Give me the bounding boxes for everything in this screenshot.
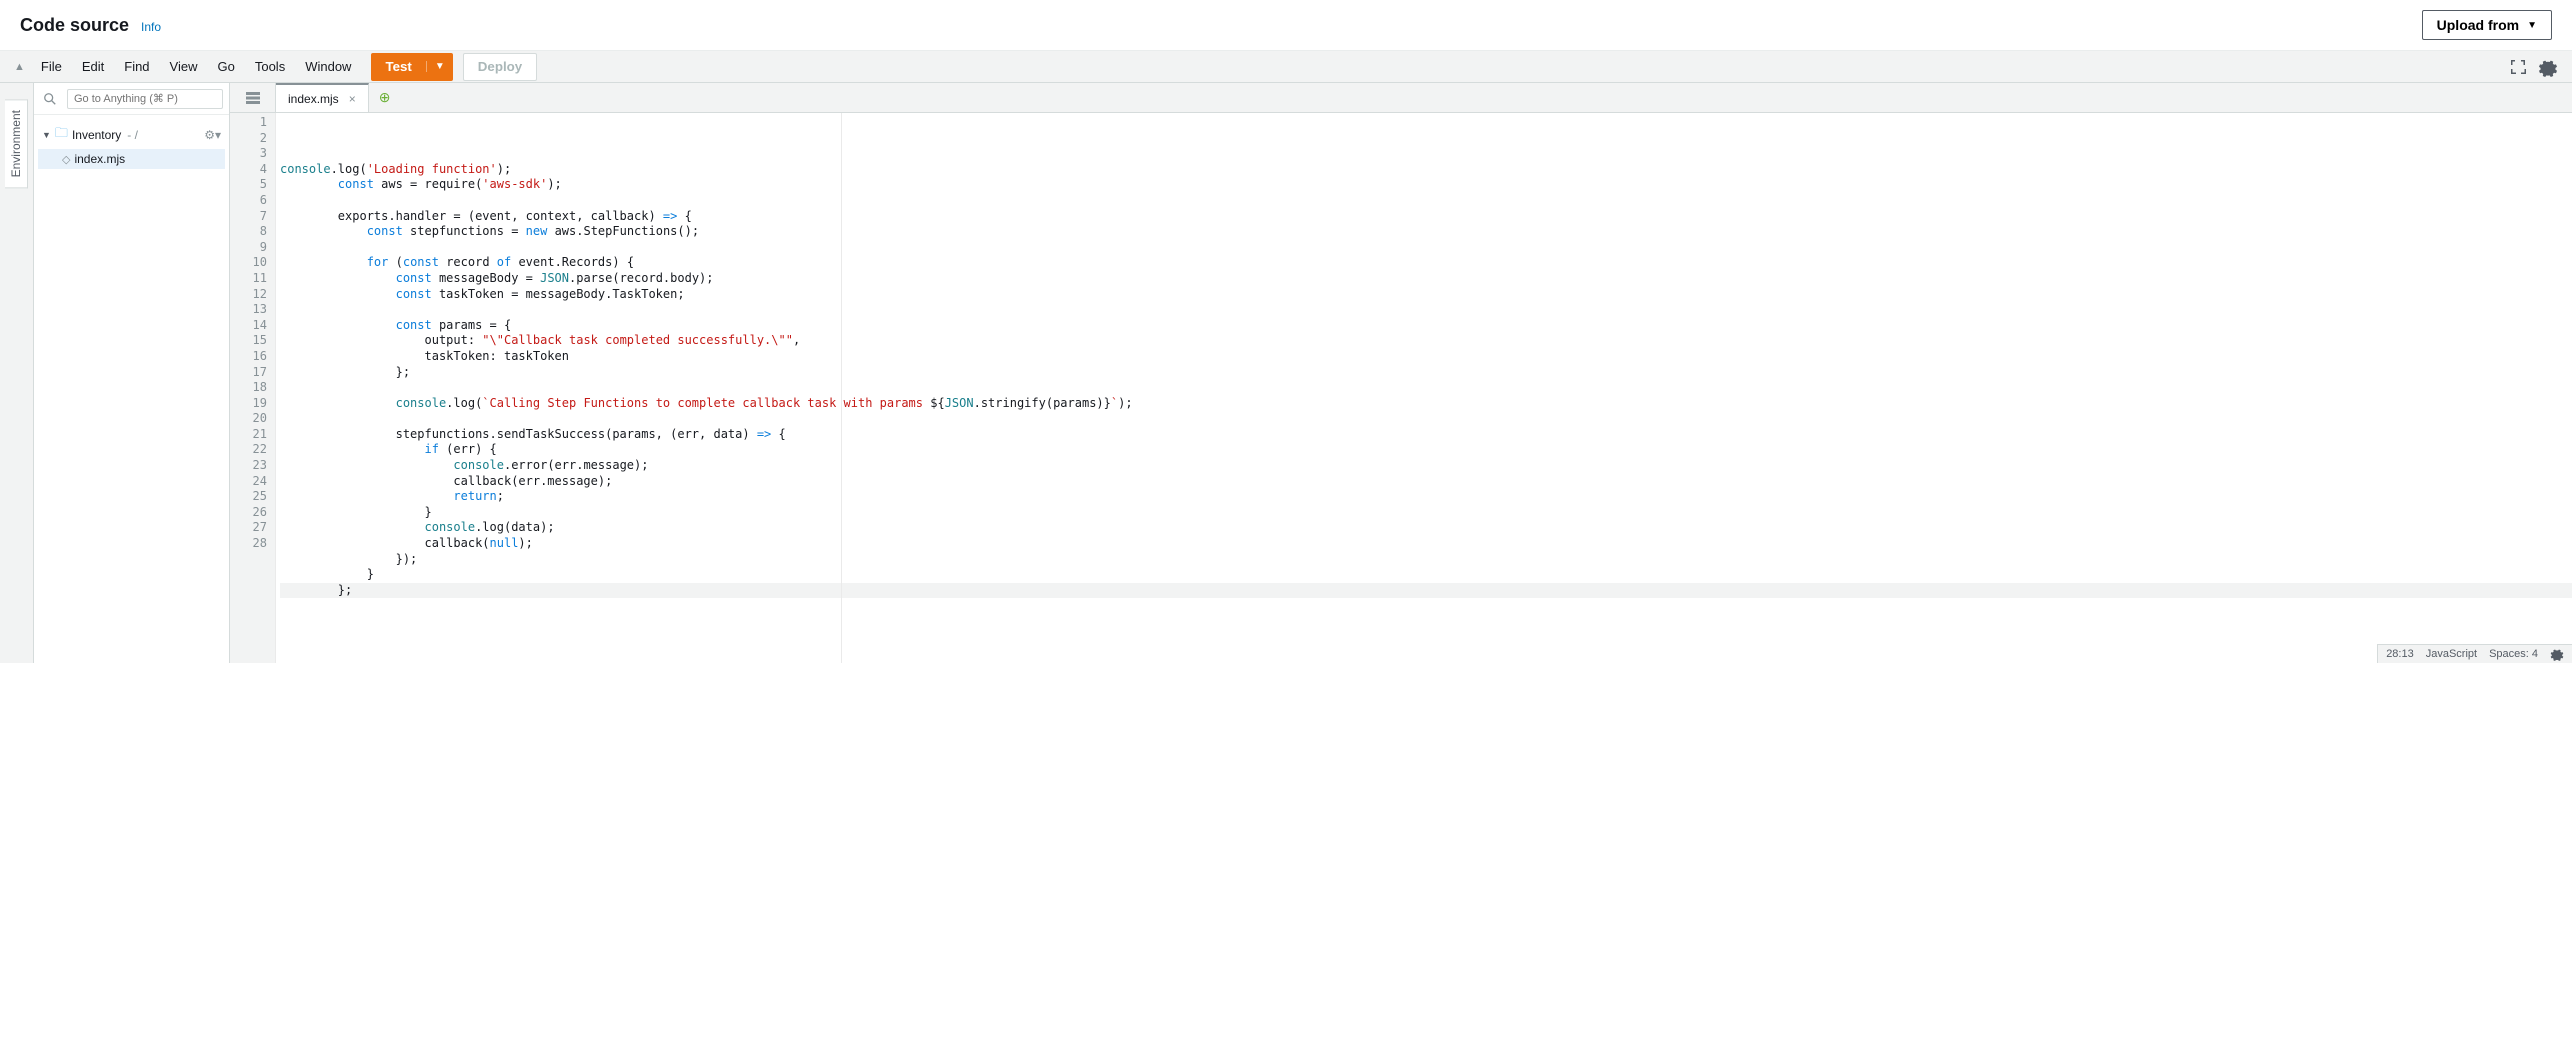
deploy-button[interactable]: Deploy bbox=[463, 53, 537, 81]
ide-body: Environment ▼ 🗀 Inventory - / ⚙▾ ◇ index… bbox=[0, 83, 2572, 663]
test-button[interactable]: Test ▼ bbox=[371, 53, 452, 81]
print-margin bbox=[841, 113, 842, 663]
sidebar: ▼ 🗀 Inventory - / ⚙▾ ◇ index.mjs bbox=[34, 83, 230, 663]
test-dropdown-icon[interactable]: ▼ bbox=[426, 61, 453, 72]
menu-find[interactable]: Find bbox=[114, 59, 159, 74]
collapse-icon[interactable]: ▲ bbox=[8, 61, 31, 73]
code-area[interactable]: 1234567891011121314151617181920212223242… bbox=[230, 113, 2572, 663]
header: Code source Info Upload from ▼ bbox=[0, 0, 2572, 51]
js-file-icon: ◇ bbox=[62, 153, 70, 166]
status-bar: 28:13 JavaScript Spaces: 4 bbox=[2377, 644, 2572, 663]
indent-setting[interactable]: Spaces: 4 bbox=[2489, 648, 2538, 660]
fullscreen-icon[interactable] bbox=[2504, 59, 2532, 75]
root-suffix: - / bbox=[127, 128, 138, 142]
menu-go[interactable]: Go bbox=[208, 59, 245, 74]
page-title: Code source bbox=[20, 15, 129, 36]
file-label: index.mjs bbox=[74, 152, 125, 166]
cursor-position[interactable]: 28:13 bbox=[2386, 648, 2414, 660]
tab-bar: index.mjs × ⊕ bbox=[230, 83, 2572, 113]
search-icon[interactable] bbox=[34, 92, 65, 106]
go-to-anything-input[interactable] bbox=[67, 89, 223, 109]
editor: index.mjs × ⊕ 12345678910111213141516171… bbox=[230, 83, 2572, 663]
tab-label: index.mjs bbox=[288, 92, 339, 106]
tab-list-icon[interactable] bbox=[230, 83, 276, 112]
tree-gear-icon[interactable]: ⚙▾ bbox=[204, 128, 221, 142]
upload-from-button[interactable]: Upload from ▼ bbox=[2422, 10, 2552, 40]
root-label: Inventory bbox=[72, 128, 121, 142]
environment-tab[interactable]: Environment bbox=[5, 99, 28, 188]
tree-file[interactable]: ◇ index.mjs bbox=[38, 149, 225, 169]
tree-root[interactable]: ▼ 🗀 Inventory - / ⚙▾ bbox=[38, 121, 225, 149]
menu-window[interactable]: Window bbox=[295, 59, 361, 74]
menu-view[interactable]: View bbox=[160, 59, 208, 74]
add-tab-button[interactable]: ⊕ bbox=[369, 89, 401, 106]
test-label: Test bbox=[371, 59, 425, 74]
header-left: Code source Info bbox=[20, 15, 161, 36]
settings-gear-icon[interactable] bbox=[2532, 57, 2564, 77]
vertical-tab-bar: Environment bbox=[0, 83, 34, 663]
gutter: 1234567891011121314151617181920212223242… bbox=[230, 113, 276, 663]
folder-icon: 🗀 bbox=[55, 124, 68, 146]
info-link[interactable]: Info bbox=[141, 20, 161, 34]
menu-tools[interactable]: Tools bbox=[245, 59, 295, 74]
upload-label: Upload from bbox=[2437, 17, 2519, 33]
sidebar-top bbox=[34, 83, 229, 115]
code-content[interactable]: console.log('Loading function'); const a… bbox=[276, 113, 2572, 663]
menu-file[interactable]: File bbox=[31, 59, 72, 74]
file-tree: ▼ 🗀 Inventory - / ⚙▾ ◇ index.mjs bbox=[34, 115, 229, 175]
close-icon[interactable]: × bbox=[349, 92, 356, 106]
toolbar: ▲ File Edit Find View Go Tools Window Te… bbox=[0, 51, 2572, 83]
language-mode[interactable]: JavaScript bbox=[2426, 648, 2477, 660]
tab-active[interactable]: index.mjs × bbox=[276, 83, 369, 112]
caret-down-icon: ▼ bbox=[2527, 20, 2537, 31]
status-gear-icon[interactable] bbox=[2550, 647, 2564, 661]
menu-edit[interactable]: Edit bbox=[72, 59, 114, 74]
triangle-down-icon: ▼ bbox=[42, 130, 51, 140]
